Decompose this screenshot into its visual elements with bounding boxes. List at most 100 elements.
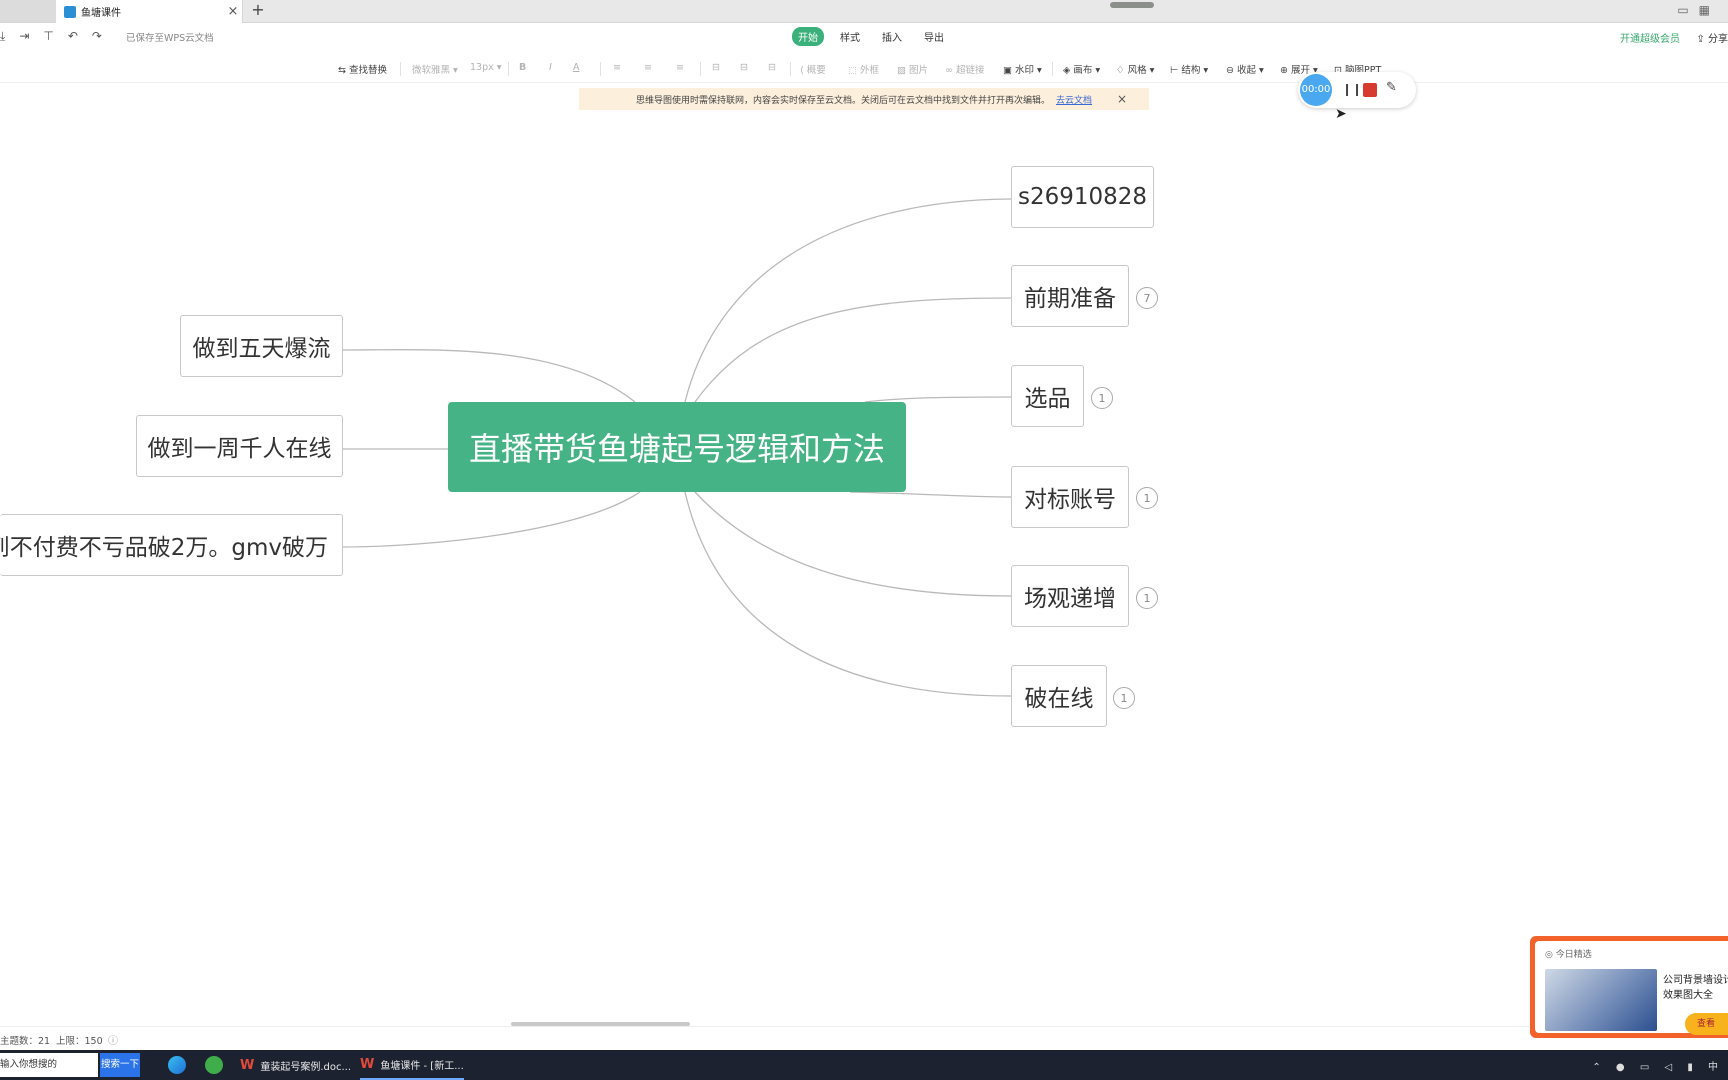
menu-bar: ⤓ ⇥ ⊤ ↶ ↷ 已保存至WPS云文档 开始 样式 插入 导出 开通超级会员 … xyxy=(0,23,1728,49)
align-left-icon[interactable]: ≡ xyxy=(613,62,621,73)
help-icon[interactable]: ⓘ xyxy=(108,1032,118,1047)
image-label: 图片 xyxy=(909,65,929,76)
tab-style[interactable]: 样式 xyxy=(834,27,866,46)
pause-icon[interactable]: ❙❙ xyxy=(1342,82,1362,96)
ad-title[interactable]: 公司背景墙设计效果图大全 xyxy=(1663,973,1728,1003)
align-right-icon[interactable]: ≡ xyxy=(676,62,684,73)
image-button[interactable]: ▨ 图片 xyxy=(897,62,928,76)
topic-right[interactable]: 对标账号 xyxy=(1011,466,1129,528)
taskbar-app-label: 童装起号案例.doc... xyxy=(260,1061,352,1073)
topic-right[interactable]: 选品 xyxy=(1011,365,1084,427)
stop-icon[interactable] xyxy=(1363,83,1377,97)
system-tray[interactable]: ⌃ ● ▭ ◁ ▮ 中 xyxy=(1592,1058,1724,1073)
find-icon: ⇆ xyxy=(338,65,346,76)
export-icon[interactable]: ⇥ xyxy=(19,29,29,44)
taskbar-app-doc[interactable]: W 童装起号案例.doc... xyxy=(240,1050,351,1080)
link-icon: ∞ xyxy=(945,65,953,76)
taskbar-search-input[interactable]: 输入你想搜的 xyxy=(0,1053,98,1077)
ad-logo-icon: ◎ xyxy=(1545,950,1553,960)
status-bar: 主题数：21 上限：150 ⓘ xyxy=(0,1026,1728,1051)
tab-strip: 鱼塘课件 × + ▭▦ xyxy=(0,0,1728,23)
pen-icon[interactable]: ✎ xyxy=(1386,80,1397,95)
recorder-time: 00:00 xyxy=(1300,74,1332,106)
drag-handle[interactable] xyxy=(1110,2,1154,8)
close-icon[interactable]: × xyxy=(224,4,242,19)
child-count-badge[interactable]: 7 xyxy=(1136,287,1158,309)
topic-left[interactable]: 做到一周千人在线 xyxy=(136,415,343,477)
quick-actions: ⤓ ⇥ ⊤ ↶ ↷ xyxy=(0,29,102,44)
bold-button[interactable]: B xyxy=(519,62,526,73)
watermark-label: 水印 xyxy=(1015,65,1035,76)
collapse-label: 收起 xyxy=(1237,65,1257,76)
tab-previous[interactable] xyxy=(0,0,57,22)
font-select[interactable]: 微软雅黑 ▾ xyxy=(412,62,458,76)
tab-export[interactable]: 导出 xyxy=(918,27,950,46)
topic-right[interactable]: 破在线 xyxy=(1011,665,1107,727)
topic-right[interactable]: 前期准备 xyxy=(1011,265,1129,327)
child-count-badge[interactable]: 1 xyxy=(1136,587,1158,609)
undo-icon[interactable]: ↶ xyxy=(68,29,78,44)
style-button[interactable]: ♢ 风格 ▾ xyxy=(1116,62,1154,76)
child-count-badge[interactable]: 1 xyxy=(1136,487,1158,509)
frame-button[interactable]: ⬚ 外框 xyxy=(848,62,879,76)
canvas-button[interactable]: ◈ 画布 ▾ xyxy=(1063,62,1100,76)
add-child-icon[interactable]: ⊟ xyxy=(712,62,720,73)
find-replace-button[interactable]: ⇆ 查找替换 xyxy=(338,62,387,76)
add-parent-icon[interactable]: ⊟ xyxy=(768,62,776,73)
size-select[interactable]: 13px ▾ xyxy=(470,62,502,73)
menu-tabs: 开始 样式 插入 导出 xyxy=(792,27,950,46)
wps-icon: W xyxy=(360,1056,375,1072)
mindmap-canvas[interactable]: 直播带货鱼塘起号逻辑和方法 做到五天爆流 做到一周千人在线 做到不付费不亏品破2… xyxy=(0,82,1728,1022)
input-language[interactable]: 中 xyxy=(1708,1062,1724,1073)
topic-right[interactable]: 场观递增 xyxy=(1011,565,1129,627)
watermark-button[interactable]: ▣ 水印 ▾ xyxy=(1003,62,1042,76)
structure-label: 结构 xyxy=(1181,65,1201,76)
taskbar-search-button[interactable]: 搜索一下 xyxy=(100,1053,140,1077)
divider xyxy=(600,62,601,76)
ad-panel: ◎ 今日精选 公司背景墙设计效果图大全 查看 xyxy=(1535,941,1728,1035)
taskbar-app-mindmap[interactable]: W 鱼塘课件 - [新工... xyxy=(360,1050,464,1080)
root-topic[interactable]: 直播带货鱼塘起号逻辑和方法 xyxy=(448,402,906,492)
child-count-badge[interactable]: 1 xyxy=(1091,387,1113,409)
share-label: 分享 xyxy=(1708,34,1728,45)
font-value: 微软雅黑 xyxy=(412,65,451,76)
wps-icon: W xyxy=(240,1057,255,1073)
frame-label: 外框 xyxy=(860,65,880,76)
redo-icon[interactable]: ↷ xyxy=(92,29,102,44)
image-icon: ▨ xyxy=(897,65,906,76)
download-icon[interactable]: ⤓ xyxy=(0,29,5,44)
browser-360-icon[interactable] xyxy=(205,1056,223,1074)
topic-left[interactable]: 做到五天爆流 xyxy=(180,315,343,377)
ad-popup[interactable]: ◎ 今日精选 公司背景墙设计效果图大全 查看 xyxy=(1530,936,1728,1038)
vip-link[interactable]: 开通超级会员 xyxy=(1620,30,1680,45)
format-painter-icon[interactable]: ⊤ xyxy=(43,29,53,44)
structure-button[interactable]: ⊢ 结构 ▾ xyxy=(1170,62,1208,76)
tab-start[interactable]: 开始 xyxy=(792,27,824,46)
italic-button[interactable]: I xyxy=(549,62,552,73)
font-color-button[interactable]: A xyxy=(573,62,580,73)
topic-left[interactable]: 做到不付费不亏品破2万。gmv破万 xyxy=(0,514,343,576)
align-center-icon[interactable]: ≡ xyxy=(644,62,652,73)
share-button[interactable]: ⇪ 分享 xyxy=(1696,30,1728,45)
canvas-label: 画布 xyxy=(1073,65,1093,76)
new-tab-button[interactable]: + xyxy=(249,0,267,22)
tab-active[interactable]: 鱼塘课件 × xyxy=(56,0,243,23)
mouse-cursor-icon: ➤ xyxy=(1335,106,1347,122)
edge-browser-icon[interactable] xyxy=(168,1056,186,1074)
toolbar: ⇆ 查找替换 微软雅黑 ▾ 13px ▾ B I A ≡ ≡ ≡ ⊟ ⊟ ⊟ ⟨… xyxy=(0,56,1728,83)
structure-icon: ⊢ xyxy=(1170,65,1179,76)
child-count-badge[interactable]: 1 xyxy=(1113,687,1135,709)
link-label: 超链接 xyxy=(955,65,985,76)
tab-insert[interactable]: 插入 xyxy=(876,27,908,46)
window-controls[interactable]: ▭▦ xyxy=(1677,3,1720,17)
link-button[interactable]: ∞ 超链接 xyxy=(945,62,984,76)
summary-button[interactable]: ⟨ 概要 xyxy=(800,62,826,76)
tab-title: 鱼塘课件 xyxy=(81,8,121,19)
collapse-button[interactable]: ⊖ 收起 ▾ xyxy=(1226,62,1264,76)
canvas-icon: ◈ xyxy=(1063,65,1071,76)
ad-view-button[interactable]: 查看 xyxy=(1685,1013,1728,1035)
topic-right[interactable]: s26910828 xyxy=(1011,166,1154,228)
summary-label: 概要 xyxy=(806,65,826,76)
ad-image[interactable] xyxy=(1545,969,1657,1031)
add-sibling-icon[interactable]: ⊟ xyxy=(740,62,748,73)
